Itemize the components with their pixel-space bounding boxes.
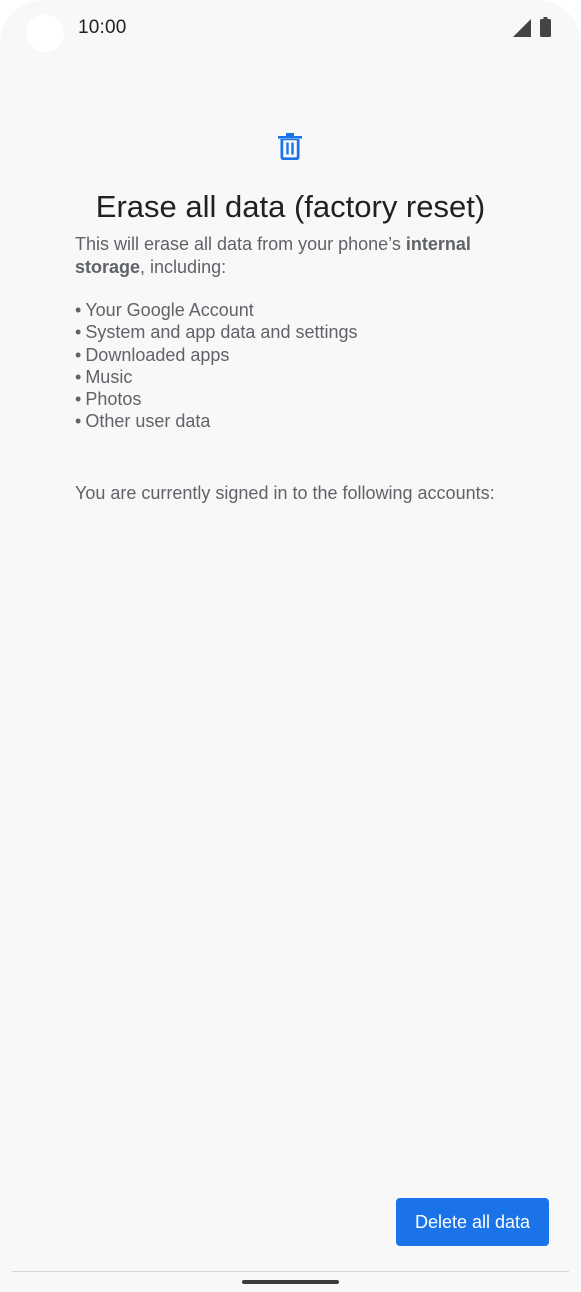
status-clock: 10:00: [78, 17, 127, 38]
status-bar: 10:00: [0, 0, 581, 56]
intro-text: This will erase all data from your phone…: [75, 233, 535, 279]
list-item: • Your Google Account: [75, 300, 254, 320]
list-item: • Music: [75, 366, 133, 387]
accounts-text: You are currently signed in to the follo…: [75, 483, 495, 503]
signal-icon: [513, 19, 531, 37]
list-item-label: System and app data and settings: [85, 322, 358, 343]
delete-all-data-button[interactable]: Delete all data: [396, 1198, 549, 1246]
bottom-divider: [12, 1271, 569, 1272]
list-item-label: Your Google Account: [85, 300, 254, 320]
phone-screen: 10:00 Erase all data (factory reset) Thi…: [0, 0, 581, 1292]
list-item: • System and app data and settings: [75, 322, 358, 343]
list-item-label: Music: [85, 366, 133, 387]
trash-icon: [278, 133, 302, 160]
page-title: Erase all data (factory reset): [95, 189, 486, 224]
list-item-label: Photos: [85, 389, 142, 410]
battery-icon: [540, 17, 551, 37]
list-item: • Photos: [75, 389, 142, 410]
intro-text-start: This will erase all data from your phone…: [75, 234, 406, 254]
list-item-label: Downloaded apps: [85, 344, 230, 365]
list-item-label: Other user data: [85, 411, 211, 432]
camera-cutout: [26, 14, 64, 52]
erase-data-list: • Your Google Account • System and app dat…: [75, 299, 358, 433]
list-item: • Downloaded apps: [75, 344, 230, 365]
gesture-navigation-bar[interactable]: [242, 1280, 339, 1284]
intro-text-end: , including:: [140, 257, 227, 277]
list-item: • Other user data: [75, 411, 211, 432]
